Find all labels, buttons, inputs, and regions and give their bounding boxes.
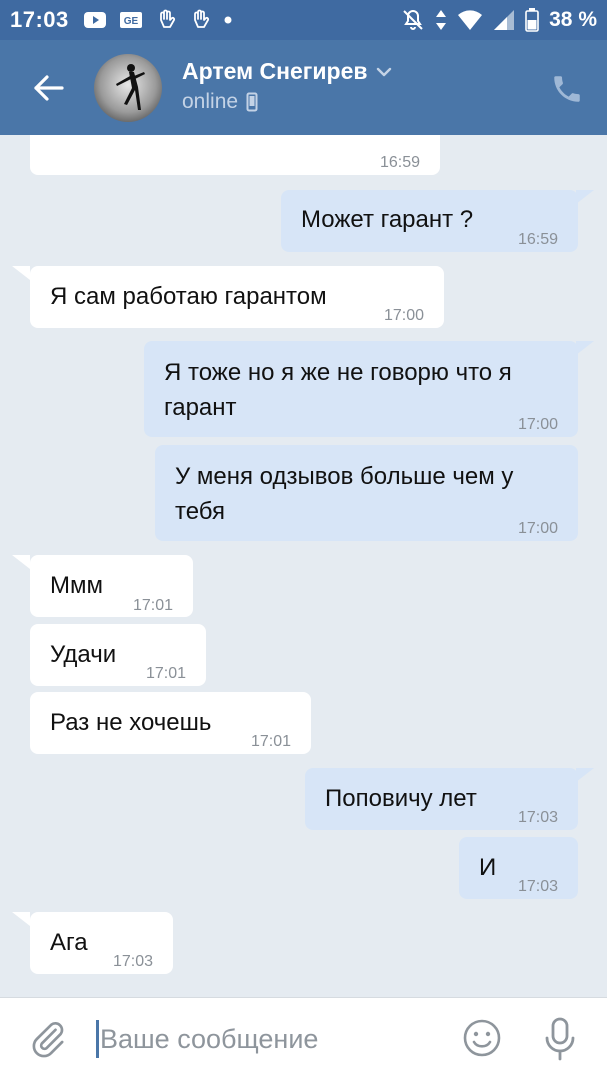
message-text: Раз не хочешь [50, 709, 212, 736]
signal-icon [493, 9, 515, 31]
message-time: 16:59 [379, 154, 420, 171]
bubble-tail [12, 912, 30, 926]
message-text-line: тебя [175, 498, 226, 525]
message-input[interactable] [100, 1016, 440, 1062]
message-incoming[interactable]: 16:59 [30, 135, 440, 175]
message-incoming[interactable]: Ммм 17:01 [30, 555, 193, 617]
status-bar: 17:03 GE 38 % [0, 0, 607, 40]
contact-avatar[interactable] [94, 54, 162, 122]
svg-text:GE: GE [124, 16, 139, 27]
message-time: 17:03 [517, 809, 558, 826]
message-outgoing[interactable]: Поповичу лет 17:03 [305, 768, 578, 830]
contact-name-text: Артем Снегирев [182, 58, 368, 84]
back-button[interactable] [28, 70, 68, 106]
emoji-button[interactable] [462, 1018, 502, 1058]
dot-icon [223, 15, 233, 25]
battery-icon [525, 8, 539, 32]
phone-small-icon [246, 92, 258, 112]
bubble-tail [576, 341, 594, 355]
chevron-down-icon [376, 67, 391, 76]
mute-icon [401, 8, 425, 32]
bubble-tail [576, 190, 594, 204]
message-incoming[interactable]: Удачи 17:01 [30, 624, 206, 686]
bubble-tail [12, 266, 30, 280]
notification-icons: GE [83, 9, 233, 31]
message-time: 17:00 [383, 307, 424, 324]
message-time: 17:01 [250, 733, 291, 750]
message-text: Может гарант ? [301, 206, 474, 233]
contact-status-text: online [182, 90, 239, 113]
message-time: 17:00 [517, 520, 558, 537]
voice-record-button[interactable] [540, 1016, 580, 1062]
avatar-silhouette [116, 64, 145, 110]
ge-icon: GE [119, 11, 143, 29]
message-text-line: гарант [164, 394, 237, 421]
message-time: 17:01 [145, 665, 186, 682]
hand-icon [155, 9, 177, 31]
message-time: 17:03 [112, 953, 153, 970]
message-time: 16:59 [517, 231, 558, 248]
contact-status: online [182, 90, 258, 114]
message-composer [0, 997, 607, 1080]
emoji-icon [463, 1019, 501, 1057]
message-outgoing[interactable]: И 17:03 [459, 837, 578, 899]
microphone-icon [545, 1017, 575, 1061]
text-cursor [96, 1020, 99, 1058]
back-arrow-icon [34, 75, 64, 101]
message-text: Я сам работаю гарантом [50, 283, 327, 310]
contact-name[interactable]: Артем Снегирев [182, 58, 392, 85]
bubble-tail [12, 555, 30, 569]
wifi-icon [457, 9, 483, 31]
system-icons: 38 % [401, 8, 597, 32]
status-time: 17:03 [10, 7, 69, 32]
battery-percent: 38 % [549, 8, 597, 31]
message-outgoing[interactable]: У меня одзывов больше чем у тебя 17:00 [155, 445, 578, 541]
message-text-line: Я тоже но я же не говорю что я [164, 359, 512, 386]
paperclip-icon [32, 1022, 64, 1058]
attach-button[interactable] [28, 1018, 68, 1060]
message-time: 17:03 [517, 878, 558, 895]
message-outgoing[interactable]: Я тоже но я же не говорю что я гарант 17… [144, 341, 578, 437]
chat-header: Артем Снегирев online [0, 40, 607, 135]
message-time: 17:01 [132, 597, 173, 614]
hand-icon [189, 9, 211, 31]
phone-call-icon [554, 76, 580, 102]
message-text: Удачи [50, 641, 117, 668]
call-button[interactable] [550, 72, 584, 106]
message-list[interactable]: 16:59 Может гарант ? 16:59 Я сам работаю… [0, 135, 607, 997]
message-incoming[interactable]: Я сам работаю гарантом 17:00 [30, 266, 444, 328]
message-text: И [479, 854, 497, 881]
data-arrows-icon [435, 9, 447, 31]
message-outgoing[interactable]: Может гарант ? 16:59 [281, 190, 578, 252]
message-text: Поповичу лет [325, 785, 477, 812]
youtube-icon [83, 11, 107, 29]
bubble-tail [576, 768, 594, 782]
message-text: Ага [50, 929, 88, 956]
message-text: Ммм [50, 572, 103, 599]
message-text-line: У меня одзывов больше чем у [175, 463, 514, 490]
message-incoming[interactable]: Ага 17:03 [30, 912, 173, 974]
message-time: 17:00 [517, 416, 558, 433]
message-incoming[interactable]: Раз не хочешь 17:01 [30, 692, 311, 754]
